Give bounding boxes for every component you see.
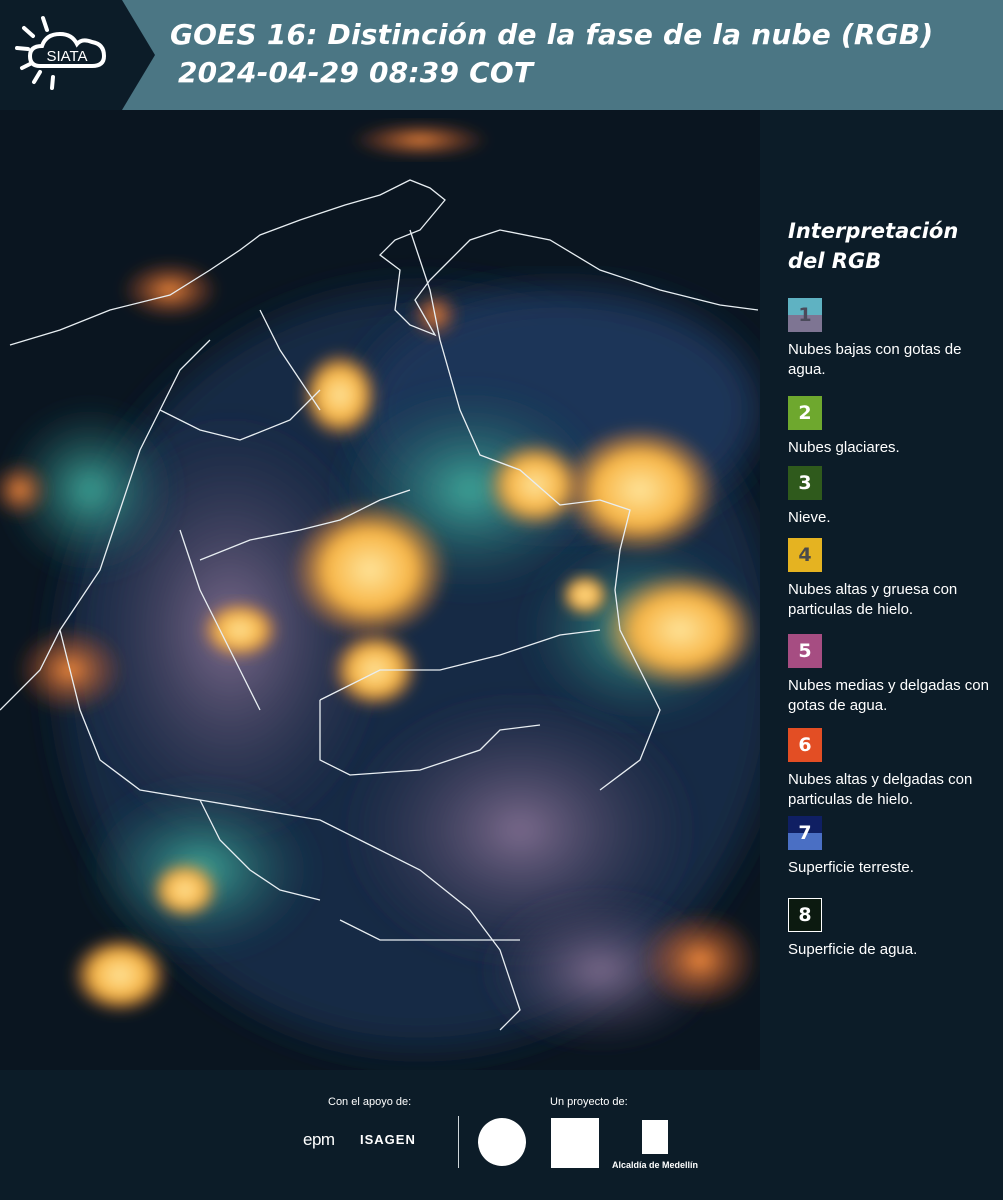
title-datetime: 2024-04-29 08:39 COT	[178, 56, 534, 89]
satellite-image	[0, 110, 760, 1070]
legend-number: 2	[798, 402, 812, 424]
legend-swatch: 7	[788, 816, 822, 850]
medellin-university-seal-icon	[478, 1118, 526, 1166]
legend-item: 3 Nieve.	[788, 466, 998, 528]
legend-title-line2: del RGB	[788, 249, 882, 273]
title-product: GOES 16: Distinción de la fase de la nub…	[170, 18, 934, 51]
legend-number: 6	[798, 734, 812, 756]
legend-panel: Interpretación del RGB 1 Nubes bajas con …	[770, 110, 1003, 1070]
isagen-logo: ISAGEN	[360, 1132, 416, 1147]
footer: Con el apoyo de: epm ISAGEN Un proyecto …	[0, 1070, 1003, 1200]
siata-logo-text: SIATA	[46, 48, 87, 65]
legend-title-line1: Interpretación	[788, 219, 959, 243]
legend-label: Nubes altas y gruesa con particulas de h…	[788, 581, 958, 618]
legend-item: 2 Nubes glaciares.	[788, 396, 998, 458]
header-bar: SIATA GOES 16: Distinción de la fase de …	[0, 0, 1003, 110]
legend-number: 8	[798, 904, 812, 926]
legend-swatch: 4	[788, 538, 822, 572]
area-metropolitana-logo	[551, 1118, 599, 1168]
legend-item: 6 Nubes altas y delgadas con particulas d…	[788, 728, 998, 810]
legend-label: Nubes altas y delgadas con particulas de…	[788, 771, 973, 808]
legend-number: 1	[798, 304, 812, 326]
legend-number: 3	[798, 472, 812, 494]
legend-swatch: 8	[788, 898, 822, 932]
project-label: Un proyecto de:	[550, 1096, 628, 1108]
legend-item: 4 Nubes altas y gruesa con particulas de …	[788, 538, 998, 620]
legend-swatch: 1	[788, 298, 822, 332]
legend-swatch: 5	[788, 634, 822, 668]
page-title: GOES 16: Distinción de la fase de la nub…	[170, 16, 933, 92]
legend-number: 4	[798, 544, 812, 566]
siata-logo: SIATA	[0, 0, 155, 110]
legend-item: 1 Nubes bajas con gotas de agua.	[788, 298, 998, 380]
footer-divider	[458, 1116, 459, 1168]
legend-number: 7	[798, 822, 812, 844]
legend-label: Superficie de agua.	[788, 941, 918, 958]
legend-item: 7 Superficie terreste.	[788, 816, 998, 878]
legend-label: Nubes medias y delgadas con gotas de agu…	[788, 677, 989, 714]
legend-label: Nubes glaciares.	[788, 439, 900, 456]
alcaldia-logo-text: Alcaldía de Medellín	[612, 1160, 699, 1170]
alcaldia-emblem-icon	[642, 1120, 668, 1154]
legend-item: 5 Nubes medias y delgadas con gotas de ag…	[788, 634, 998, 716]
legend-label: Nubes bajas con gotas de agua.	[788, 341, 962, 378]
legend-title: Interpretación del RGB	[788, 216, 988, 276]
epm-logo: epm	[303, 1130, 335, 1149]
legend-label: Superficie terreste.	[788, 859, 914, 876]
legend-item: 8 Superficie de agua.	[788, 898, 998, 960]
legend-number: 5	[798, 640, 812, 662]
legend-swatch: 6	[788, 728, 822, 762]
legend-swatch: 2	[788, 396, 822, 430]
support-label: Con el apoyo de:	[328, 1096, 412, 1108]
legend-swatch: 3	[788, 466, 822, 500]
satellite-map	[0, 110, 760, 1070]
legend-label: Nieve.	[788, 509, 831, 526]
